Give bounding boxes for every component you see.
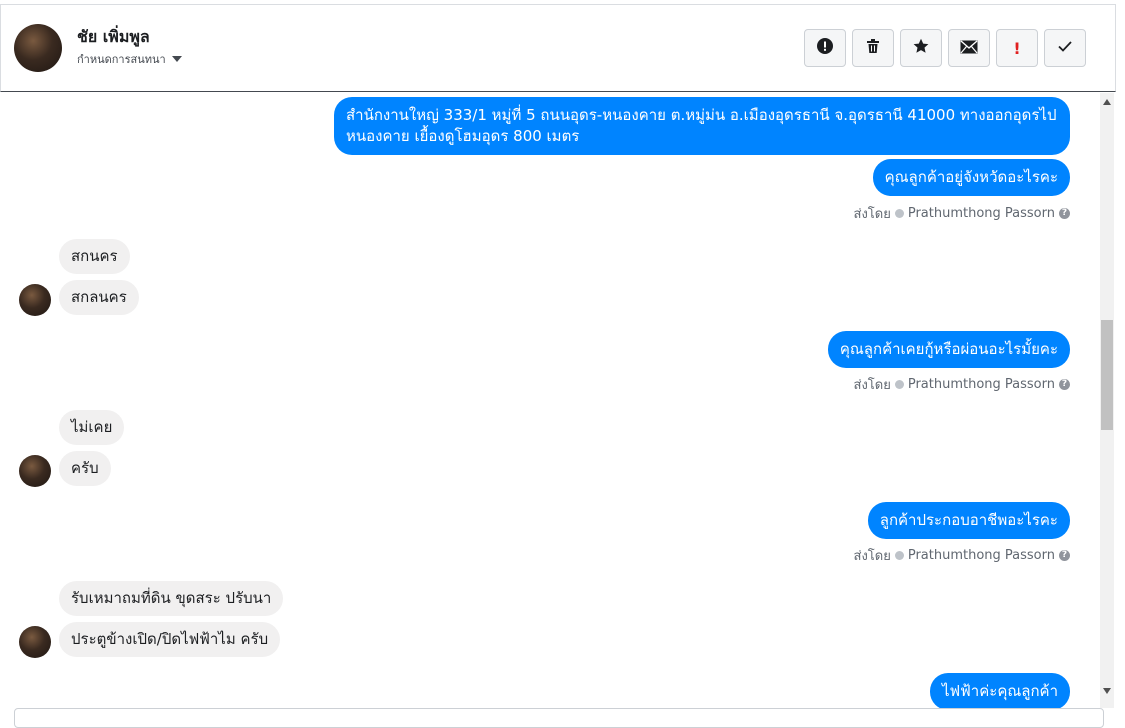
scrollbar-thumb[interactable] [1101, 320, 1113, 430]
contact-name[interactable]: ชัย เพิ่มพูล [77, 25, 150, 50]
message-bubble: สกนคร [59, 239, 130, 274]
outgoing-message: สำนักงานใหญ่ 333/1 หมู่ที่ 5 ถนนอุดร-หนอ… [334, 97, 1070, 155]
message-bubble: ประตูข้างเปิด/ปิดไฟฟ้าไม ครับ [59, 622, 281, 657]
message-scrollbar[interactable] [1100, 93, 1114, 708]
message-bubble: ลูกค้าประกอบอาชีพอะไรคะ [867, 502, 1070, 539]
sent-by-prefix: ส่งโดย [853, 549, 891, 564]
message-bubble: สกลนคร [59, 280, 139, 315]
help-icon[interactable]: ? [1059, 379, 1070, 390]
sender-name[interactable]: Prathumthong Passorn [908, 377, 1055, 392]
sender-name[interactable]: Prathumthong Passorn [908, 206, 1055, 221]
follow-up-button[interactable]: ! [996, 29, 1038, 67]
sender-name[interactable]: Prathumthong Passorn [908, 548, 1055, 563]
message-bubble: ไม่เคย [59, 410, 125, 445]
check-icon [1057, 38, 1073, 58]
help-icon[interactable]: ? [1059, 550, 1070, 561]
incoming-message: รับเหมาถมที่ดิน ขุดสระ ปรับนา [59, 581, 284, 616]
assign-label: กำหนดการสนทนา [77, 53, 166, 66]
star-icon [913, 38, 929, 58]
page-icon [894, 209, 904, 218]
contact-avatar-small[interactable] [19, 455, 51, 487]
incoming-message: ไม่เคย [59, 410, 125, 445]
sent-by-label: ส่งโดย Prathumthong Passorn ? [854, 374, 1070, 395]
mark-spam-button[interactable] [804, 29, 846, 67]
mark-done-button[interactable] [1044, 29, 1086, 67]
page-icon [894, 380, 904, 389]
outgoing-message: ไฟฟ้าค่ะคุณลูกค้า [930, 673, 1070, 708]
conversation-header: ชัย เพิ่มพูล กำหนดการสนทนา ! [0, 4, 1116, 92]
message-bubble: ครับ [59, 451, 111, 486]
star-button[interactable] [900, 29, 942, 67]
contact-avatar[interactable] [14, 24, 62, 72]
alert-circle-icon [817, 38, 833, 58]
sent-by-prefix: ส่งโดย [853, 207, 891, 222]
contact-avatar-small[interactable] [19, 626, 51, 658]
sent-by-prefix: ส่งโดย [853, 378, 891, 393]
page-icon [894, 551, 904, 560]
assign-conversation-dropdown[interactable]: กำหนดการสนทนา [77, 50, 182, 68]
scroll-up-icon[interactable] [1103, 99, 1111, 105]
conversation-toolbar: ! [804, 29, 1086, 67]
incoming-message: สกนคร [59, 239, 130, 274]
incoming-message: ประตูข้างเปิด/ปิดไฟฟ้าไม ครับ [59, 622, 281, 657]
sent-by-label: ส่งโดย Prathumthong Passorn ? [854, 203, 1070, 224]
message-bubble: สำนักงานใหญ่ 333/1 หมู่ที่ 5 ถนนอุดร-หนอ… [334, 97, 1070, 155]
message-bubble: คุณลูกค้าเคยกู้หรือผ่อนอะไรมั้ยคะ [827, 331, 1070, 368]
outgoing-message: ลูกค้าประกอบอาชีพอะไรคะ [867, 502, 1070, 539]
message-thread[interactable]: สำนักงานใหญ่ 333/1 หมู่ที่ 5 ถนนอุดร-หนอ… [0, 93, 1100, 708]
message-bubble: คุณลูกค้าอยู่จังหวัดอะไรคะ [872, 159, 1070, 196]
mark-unread-button[interactable] [948, 29, 990, 67]
scroll-down-icon[interactable] [1103, 688, 1111, 694]
outgoing-message: คุณลูกค้าเคยกู้หรือผ่อนอะไรมั้ยคะ [827, 331, 1070, 368]
contact-avatar-small[interactable] [19, 284, 51, 316]
message-bubble: ไฟฟ้าค่ะคุณลูกค้า [930, 673, 1070, 708]
exclamation-icon: ! [1013, 38, 1021, 58]
help-icon[interactable]: ? [1059, 208, 1070, 219]
incoming-message: สกลนคร [59, 280, 139, 315]
delete-button[interactable] [852, 29, 894, 67]
trash-icon [865, 38, 881, 58]
message-composer[interactable] [14, 708, 1104, 728]
envelope-icon [960, 39, 978, 58]
incoming-message: ครับ [59, 451, 111, 486]
caret-down-icon [171, 56, 182, 62]
sent-by-label: ส่งโดย Prathumthong Passorn ? [854, 545, 1070, 566]
outgoing-message: คุณลูกค้าอยู่จังหวัดอะไรคะ [872, 159, 1070, 196]
message-bubble: รับเหมาถมที่ดิน ขุดสระ ปรับนา [59, 581, 284, 616]
